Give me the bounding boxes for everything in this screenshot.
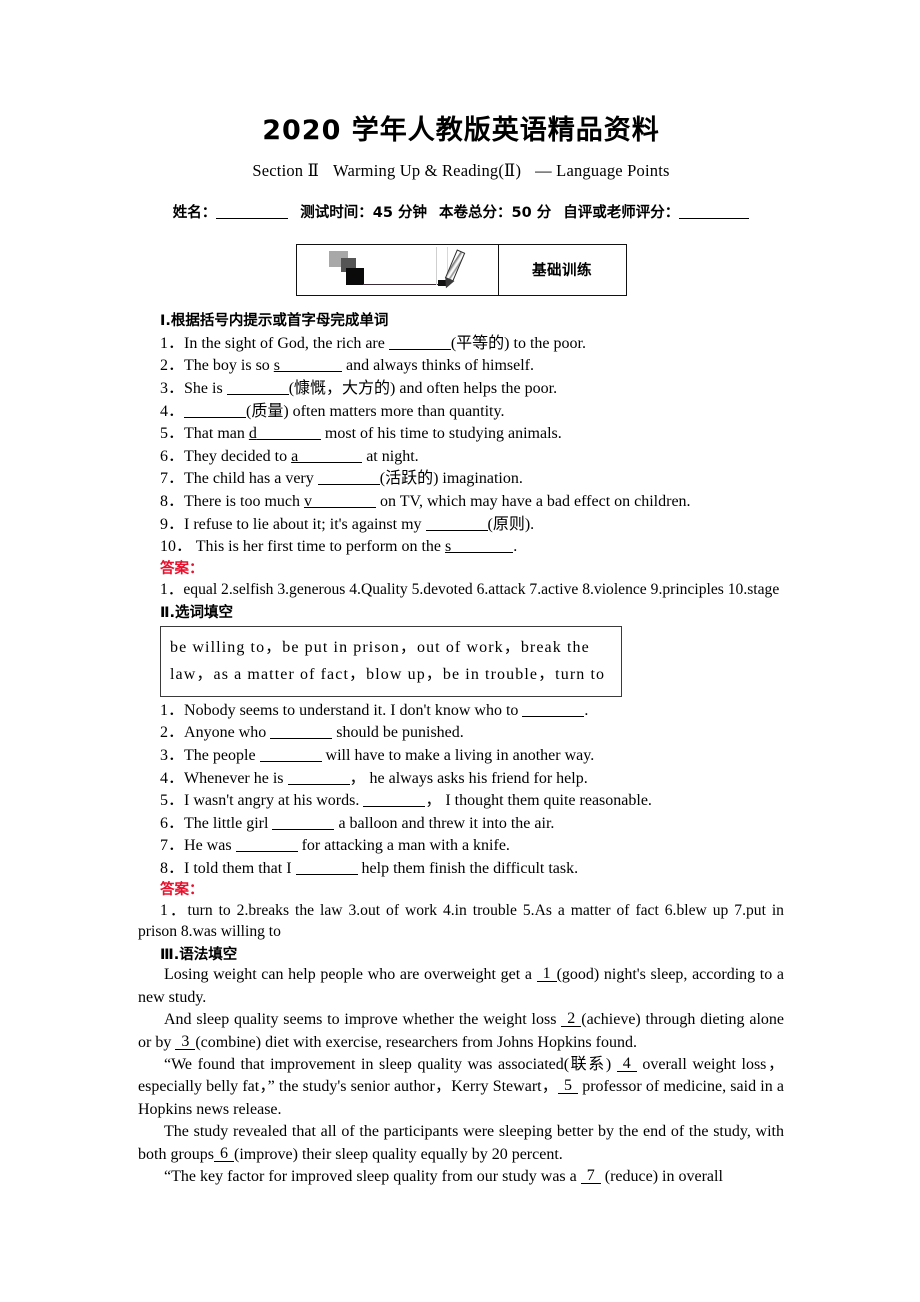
name-label: 姓名： [172, 204, 217, 221]
worksheet-page: 2020 学年人教版英语精品资料 Section Ⅱ Warming Up & R… [0, 0, 920, 1302]
badge-label: 基础训练 [532, 263, 592, 280]
numbered-blank-7[interactable]: 7 [580, 1168, 601, 1185]
exercise1-answer-label: 答案： [160, 560, 204, 577]
question-item: 2．The boy is so s and always thinks of h… [160, 357, 534, 375]
total-score-label: 本卷总分：50 分 [439, 204, 552, 221]
answer-blank[interactable] [287, 771, 350, 785]
question-item: 2．Anyone who should be punished. [160, 724, 464, 742]
answer-blank[interactable] [388, 336, 451, 350]
answer-blank[interactable] [226, 381, 289, 395]
question-item: 3．The people will have to make a living … [160, 746, 595, 764]
section-subtitle: Section Ⅱ Warming Up & Reading(Ⅱ) — Langua… [138, 161, 784, 181]
numbered-blank-6[interactable]: 6 [214, 1145, 234, 1162]
answer-blank[interactable] [259, 748, 322, 762]
question-item: 6．They decided to a at night. [160, 447, 419, 465]
exercise2-answers: 1．turn to 2.breaks the law 3.out of work… [138, 902, 784, 941]
question-item: 3．She is (慷慨，大方的) and often helps the po… [160, 380, 558, 397]
passage-paragraph-2: And sleep quality seems to improve wheth… [138, 1010, 784, 1051]
exercise2-questions: 1．Nobody seems to understand it. I don't… [138, 700, 784, 881]
answer-blank[interactable] [270, 725, 333, 740]
answer-blank[interactable] [256, 426, 321, 441]
badge-wrapper: 基础训练 [138, 243, 784, 296]
numbered-blank-2[interactable]: 2 [561, 1011, 582, 1028]
numbered-blank-5[interactable]: 5 [558, 1078, 578, 1095]
exercise1-answers: 1．equal 2.selfish 3.generous 4.Quality 5… [160, 580, 780, 598]
question-item: 5．That man d most of his time to studyin… [160, 425, 562, 443]
pencil-writing-icon [297, 244, 499, 295]
exercise2-heading: Ⅱ.选词填空 [160, 604, 234, 621]
numbered-blank-4[interactable]: 4 [616, 1056, 637, 1073]
answer-blank[interactable] [295, 861, 358, 875]
question-item: 6．The little girl a balloon and threw it… [160, 814, 555, 832]
page-title: 2020 学年人教版英语精品资料 [262, 115, 660, 146]
section-subtitle-part2: Warming Up & Reading(Ⅱ) [333, 160, 522, 180]
answer-blank[interactable] [280, 358, 343, 373]
answer-blank[interactable] [184, 404, 247, 418]
answer-blank[interactable] [451, 539, 514, 554]
answer-blank[interactable] [298, 449, 363, 463]
exercise3-heading: Ⅲ.语法填空 [160, 947, 238, 964]
question-item: 7．He was for attacking a man with a knif… [160, 837, 510, 855]
passage-paragraph-3: “We found that improvement in sleep qual… [138, 1055, 785, 1118]
question-item: 8．There is too much v on TV, which may h… [160, 492, 691, 510]
word-bank: be willing to，be put in prison，out of wo… [160, 625, 622, 697]
question-item: 4． (质量) often matters more than quantity. [160, 402, 505, 420]
passage-paragraph-5: “The key factor for improved sleep quali… [164, 1167, 723, 1186]
student-info-row: 姓名： 测试时间：45 分钟 本卷总分：50 分自评或老师评分： [138, 201, 784, 222]
question-item: 5．I wasn't angry at his words. ， I thoug… [160, 792, 652, 810]
question-item: 1．Nobody seems to understand it. I don't… [160, 701, 589, 719]
answer-blank[interactable] [235, 838, 298, 853]
section-subtitle-part3: — Language Points [535, 160, 670, 180]
answer-blank[interactable] [311, 494, 376, 508]
question-item: 1．In the sight of God, the rich are (平等的… [160, 334, 586, 352]
answer-blank[interactable] [425, 517, 488, 531]
passage-paragraph-1: Losing weight can help people who are ov… [138, 965, 784, 1006]
numbered-blank-3[interactable]: 3 [175, 1033, 196, 1050]
answer-blank[interactable] [272, 816, 335, 830]
passage-paragraph-4: The study revealed that all of the parti… [138, 1123, 784, 1163]
teacher-score-label: 自评或老师评分： [563, 204, 680, 221]
answer-blank[interactable] [317, 471, 380, 486]
exercise1-questions: 1．In the sight of God, the rich are (平等的… [138, 333, 784, 559]
exercise2-answer-label: 答案： [160, 882, 204, 899]
question-item: 8．I told them that I help them finish th… [160, 859, 579, 877]
answer-blank[interactable] [363, 793, 426, 808]
question-item: 7．The child has a very (活跃的) imagination… [160, 470, 523, 488]
exercise1-heading: Ⅰ.根据括号内提示或首字母完成单词 [160, 312, 389, 329]
question-item: 9．I refuse to lie about it; it's against… [160, 515, 535, 533]
question-item: 10． This is her first time to perform on… [160, 538, 518, 556]
page-content: 2020 学年人教版英语精品资料 Section Ⅱ Warming Up & R… [138, 112, 784, 1189]
name-blank[interactable] [216, 205, 289, 219]
question-item: 4．Whenever he is ， he always asks his fr… [160, 769, 588, 787]
teacher-score-blank[interactable] [679, 205, 750, 219]
numbered-blank-1[interactable]: 1 [536, 966, 557, 983]
training-badge: 基础训练 [295, 243, 627, 296]
answer-blank[interactable] [522, 703, 585, 717]
test-time-label: 测试时间：45 分钟 [300, 204, 427, 221]
section-subtitle-part1: Section Ⅱ [252, 160, 319, 180]
